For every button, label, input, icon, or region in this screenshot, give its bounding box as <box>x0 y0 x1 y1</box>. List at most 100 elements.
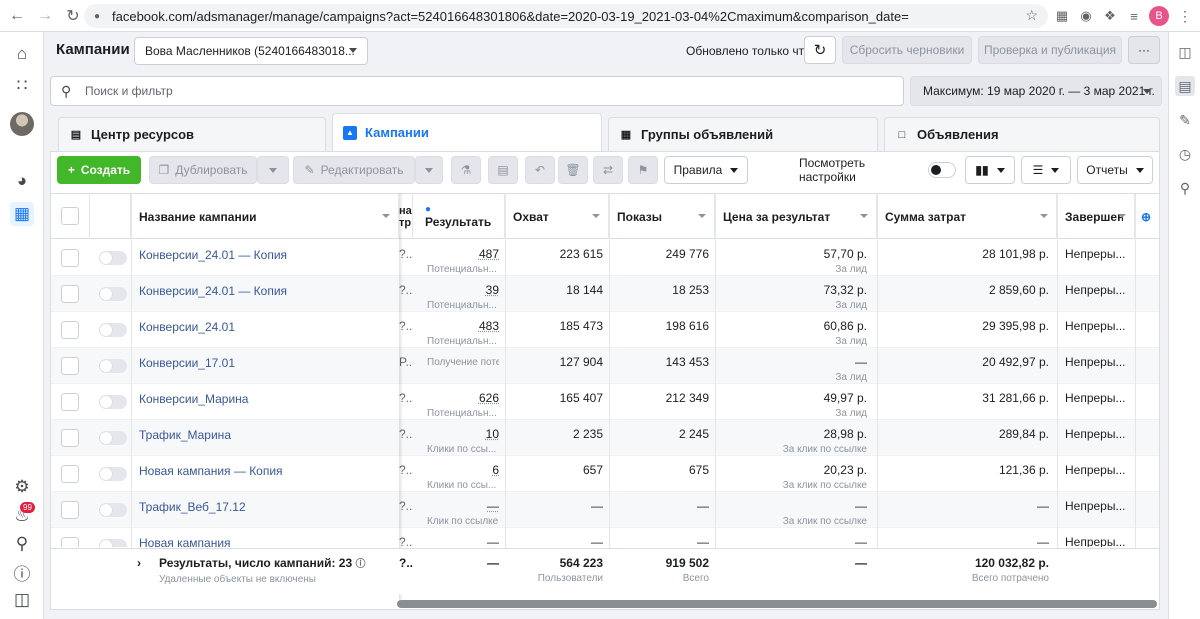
campaign-name-cell[interactable]: Конверсии_Марина <box>139 384 395 420</box>
campaign-status-toggle[interactable] <box>99 431 127 445</box>
delete-button[interactable]: 🗑 <box>558 156 588 184</box>
profile-avatar[interactable]: B <box>1149 6 1169 26</box>
columns-dropdown[interactable]: ▮▮ <box>965 156 1015 184</box>
campaign-name-link[interactable]: Новая кампания <box>139 536 395 547</box>
settings-gear-icon[interactable]: ⚙ <box>10 475 34 499</box>
campaign-name-link[interactable]: Конверсии_24.01 <box>139 320 395 334</box>
campaign-name-cell[interactable]: Трафик_Марина <box>139 420 395 456</box>
edit-button[interactable]: ✎ Редактировать <box>293 156 415 184</box>
campaign-name-link[interactable]: Конверсии_24.01 — Копия <box>139 284 395 298</box>
column-header-cpr[interactable]: Цена за результат <box>715 194 877 239</box>
campaign-name-link[interactable]: Конверсии_Марина <box>139 392 395 406</box>
rules-dropdown[interactable]: Правила <box>664 156 748 184</box>
browser-menu-icon[interactable]: ⋮ <box>1178 6 1192 26</box>
select-all-checkbox[interactable] <box>61 207 79 225</box>
row-checkbox[interactable] <box>61 321 79 339</box>
campaign-name-link[interactable]: Новая кампания — Копия <box>139 464 395 478</box>
campaign-name-cell[interactable]: Конверсии_17.01 <box>139 348 395 384</box>
table-row[interactable]: Новая кампания — Копия?.. 6 Клики по ссы..… <box>51 456 1159 492</box>
row-checkbox[interactable] <box>61 465 79 483</box>
column-header-spend[interactable]: Сумма затрат <box>877 194 1057 239</box>
table-row[interactable]: Новая кампания?.. — — — — — Непреры... <box>51 528 1159 547</box>
campaign-name-cell[interactable]: Трафик_Веб_17.12 <box>139 492 395 528</box>
apps-grid-icon[interactable]: ∷ <box>10 74 34 98</box>
forward-arrow-icon[interactable]: → <box>34 5 56 27</box>
column-header-impressions[interactable]: Показы <box>609 194 715 239</box>
table-row[interactable]: Трафик_Веб_17.12?.. — Клик по ссылке — — — За … <box>51 492 1159 528</box>
duplicate-dropdown[interactable] <box>257 156 289 184</box>
user-avatar[interactable] <box>10 112 34 136</box>
column-header-results[interactable]: ● Результать <box>417 194 505 239</box>
home-icon[interactable]: ⌂ <box>10 42 34 66</box>
column-header-reach[interactable]: Охват <box>505 194 609 239</box>
more-options-button[interactable]: ··· <box>1128 36 1160 64</box>
export-button[interactable]: ⇄ <box>593 156 623 184</box>
campaign-status-toggle[interactable] <box>99 503 127 517</box>
tab-resource-center[interactable]: ▤ Центр ресурсов <box>58 117 326 151</box>
table-row[interactable]: Конверсии_24.01?.. 483 Потенциальн... 185 4… <box>51 312 1159 348</box>
table-row[interactable]: Конверсии_17.01 P.. Получение поте 127 904 1… <box>51 348 1159 384</box>
campaign-status-toggle[interactable] <box>99 251 127 265</box>
create-button[interactable]: + Создать <box>57 156 141 184</box>
zoom-search-icon[interactable]: ⚲ <box>1175 178 1195 198</box>
reading-list-icon[interactable]: ≡ <box>1124 6 1144 26</box>
row-checkbox[interactable] <box>61 393 79 411</box>
table-row[interactable]: Конверсии_Марина?.. 626 Потенциальн... 165 … <box>51 384 1159 420</box>
extension-shield-icon[interactable]: ◉ <box>1076 6 1096 26</box>
search-filter-input[interactable]: ⚲ Поиск и фильтр <box>50 76 904 106</box>
view-settings-toggle[interactable] <box>928 162 956 178</box>
edit-dropdown[interactable] <box>415 156 443 184</box>
refresh-button[interactable]: ↻ <box>804 36 836 64</box>
campaign-status-toggle[interactable] <box>99 359 127 373</box>
bookmark-star-icon[interactable]: ☆ <box>1025 7 1038 24</box>
campaign-name-cell[interactable]: Конверсии_24.01 — Копия <box>139 276 395 312</box>
tab-campaigns[interactable]: ▲ Кампании <box>332 113 602 151</box>
tab-ad-sets[interactable]: ▦ Группы объявлений <box>608 117 878 151</box>
dashboard-gauge-icon[interactable]: ◕ <box>10 169 34 193</box>
reports-dropdown[interactable]: Отчеты <box>1077 156 1153 184</box>
campaign-name-cell[interactable]: Конверсии_24.01 <box>139 312 395 348</box>
row-checkbox[interactable] <box>61 249 79 267</box>
campaign-name-link[interactable]: Конверсии_17.01 <box>139 356 395 370</box>
table-row[interactable]: Конверсии_24.01 — Копия?.. 487 Потенциальн… <box>51 240 1159 276</box>
discard-drafts-button[interactable]: Сбросить черновики <box>842 36 972 64</box>
campaign-name-cell[interactable]: Новая кампания <box>139 528 395 547</box>
back-arrow-icon[interactable]: ← <box>6 5 28 27</box>
edit-pencil-icon[interactable]: ✎ <box>1175 110 1195 130</box>
campaign-status-toggle[interactable] <box>99 467 127 481</box>
campaign-name-link[interactable]: Конверсии_24.01 — Копия <box>139 248 395 262</box>
column-header-ends[interactable]: Завершен <box>1057 194 1135 239</box>
column-header-name[interactable]: Название кампании <box>131 194 399 239</box>
campaign-name-link[interactable]: Трафик_Веб_17.12 <box>139 500 395 514</box>
sidebar-toggle-icon[interactable]: ◫ <box>1175 42 1195 62</box>
ab-test-button[interactable]: ⚗ <box>451 156 481 184</box>
expand-chevron-icon[interactable]: › <box>137 549 151 594</box>
campaign-status-toggle[interactable] <box>99 287 127 301</box>
table-row[interactable]: Конверсии_24.01 — Копия?.. 39 Потенциальн.… <box>51 276 1159 312</box>
undo-button[interactable]: ↶ <box>525 156 555 184</box>
row-checkbox[interactable] <box>61 357 79 375</box>
tab-ads[interactable]: □ Объявления <box>884 117 1160 151</box>
tag-button[interactable]: ⚑ <box>628 156 658 184</box>
row-checkbox[interactable] <box>61 501 79 519</box>
collapse-panel-icon[interactable]: ◫ <box>10 588 34 612</box>
duplicate-button[interactable]: ❐ Дублировать <box>149 156 257 184</box>
review-publish-button[interactable]: Проверка и публикация <box>978 36 1122 64</box>
campaign-status-toggle[interactable] <box>99 395 127 409</box>
info-icon[interactable]: ⓘ <box>356 559 366 570</box>
campaign-name-link[interactable]: Трафик_Марина <box>139 428 395 442</box>
ads-manager-table-icon[interactable]: ▦ <box>10 202 34 226</box>
extension-code-icon[interactable]: ▦ <box>1052 6 1072 26</box>
add-column-button[interactable]: ⊕ <box>1135 194 1159 239</box>
extensions-puzzle-icon[interactable]: ❖ <box>1100 6 1120 26</box>
campaign-name-cell[interactable]: Новая кампания — Копия <box>139 456 395 492</box>
chart-icon[interactable]: ▤ <box>1175 76 1195 96</box>
address-bar[interactable]: ● facebook.com/adsmanager/manage/campaig… <box>84 4 1048 28</box>
row-checkbox[interactable] <box>61 285 79 303</box>
help-icon[interactable]: ⓘ <box>10 560 34 584</box>
search-icon[interactable]: ⚲ <box>10 532 34 556</box>
clipboard-button[interactable]: ▤ <box>488 156 518 184</box>
history-clock-icon[interactable]: ◷ <box>1175 144 1195 164</box>
row-checkbox[interactable] <box>61 429 79 447</box>
horizontal-scrollbar[interactable] <box>397 600 1157 608</box>
